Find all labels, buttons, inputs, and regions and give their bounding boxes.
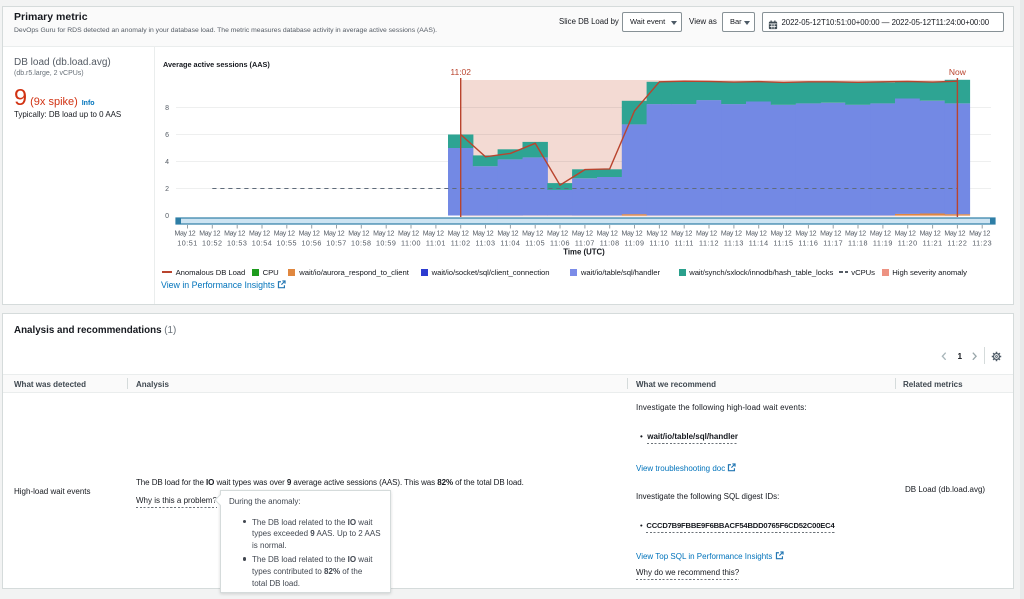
svg-text:11:05: 11:05 [525,238,545,247]
svg-text:11:06: 11:06 [550,238,570,247]
svg-text:2: 2 [165,186,169,193]
svg-text:May 12: May 12 [423,231,444,238]
svg-text:11:12: 11:12 [699,238,719,247]
svg-text:May 12: May 12 [895,231,916,238]
svg-text:11:01: 11:01 [426,238,446,247]
svg-text:10:58: 10:58 [351,238,372,247]
svg-text:6: 6 [165,132,169,139]
svg-text:11:23: 11:23 [972,238,992,247]
svg-text:11:17: 11:17 [823,238,843,247]
svg-text:May 12: May 12 [274,231,295,238]
svg-text:May 12: May 12 [721,231,742,238]
svg-text:May 12: May 12 [522,231,543,238]
svg-text:11:22: 11:22 [947,238,967,247]
svg-text:May 12: May 12 [448,231,469,238]
svg-text:May 12: May 12 [323,231,344,238]
svg-text:May 12: May 12 [497,231,518,238]
svg-text:May 12: May 12 [597,231,618,238]
svg-text:May 12: May 12 [746,231,767,238]
svg-text:11:10: 11:10 [649,238,669,247]
svg-text:May 12: May 12 [398,231,419,238]
svg-text:8: 8 [165,105,169,112]
svg-text:4: 4 [165,159,169,166]
svg-text:11:21: 11:21 [923,238,943,247]
svg-text:May 12: May 12 [299,231,320,238]
svg-text:10:52: 10:52 [202,238,223,247]
svg-text:10:51: 10:51 [177,238,198,247]
svg-text:Time (UTC): Time (UTC) [563,248,605,257]
svg-text:10:54: 10:54 [252,238,273,247]
svg-text:11:09: 11:09 [625,238,645,247]
svg-text:May 12: May 12 [820,231,841,238]
svg-text:10:56: 10:56 [301,238,322,247]
svg-text:11:02: 11:02 [451,238,471,247]
svg-text:10:53: 10:53 [227,238,248,247]
svg-text:11:00: 11:00 [401,238,421,247]
svg-text:May 12: May 12 [671,231,692,238]
svg-text:Now: Now [949,67,967,77]
svg-text:May 12: May 12 [870,231,891,238]
svg-text:10:57: 10:57 [326,238,347,247]
svg-text:May 12: May 12 [621,231,642,238]
svg-text:May 12: May 12 [572,231,593,238]
svg-text:11:19: 11:19 [873,238,893,247]
svg-text:11:11: 11:11 [674,238,693,247]
svg-text:May 12: May 12 [770,231,791,238]
svg-text:11:13: 11:13 [724,238,744,247]
svg-text:0: 0 [165,213,169,220]
svg-text:11:07: 11:07 [575,238,595,247]
svg-text:May 12: May 12 [845,231,866,238]
svg-text:11:16: 11:16 [798,238,818,247]
svg-text:May 12: May 12 [547,231,568,238]
svg-text:May 12: May 12 [199,231,220,238]
svg-text:May 12: May 12 [224,231,245,238]
svg-text:11:15: 11:15 [774,238,794,247]
svg-text:May 12: May 12 [249,231,270,238]
svg-text:11:02: 11:02 [450,67,471,77]
svg-text:May 12: May 12 [944,231,965,238]
svg-text:May 12: May 12 [373,231,394,238]
svg-text:May 12: May 12 [646,231,667,238]
svg-text:11:04: 11:04 [500,238,520,247]
svg-text:11:18: 11:18 [848,238,868,247]
svg-text:May 12: May 12 [920,231,941,238]
svg-text:May 12: May 12 [696,231,717,238]
svg-text:11:03: 11:03 [476,238,496,247]
svg-text:May 12: May 12 [472,231,493,238]
svg-text:May 12: May 12 [969,231,990,238]
svg-text:10:59: 10:59 [376,238,397,247]
svg-text:11:14: 11:14 [749,238,769,247]
svg-text:May 12: May 12 [348,231,369,238]
svg-text:11:20: 11:20 [898,238,918,247]
svg-text:May 12: May 12 [174,231,195,238]
svg-text:May 12: May 12 [795,231,816,238]
svg-text:11:08: 11:08 [600,238,620,247]
svg-text:10:55: 10:55 [277,238,298,247]
